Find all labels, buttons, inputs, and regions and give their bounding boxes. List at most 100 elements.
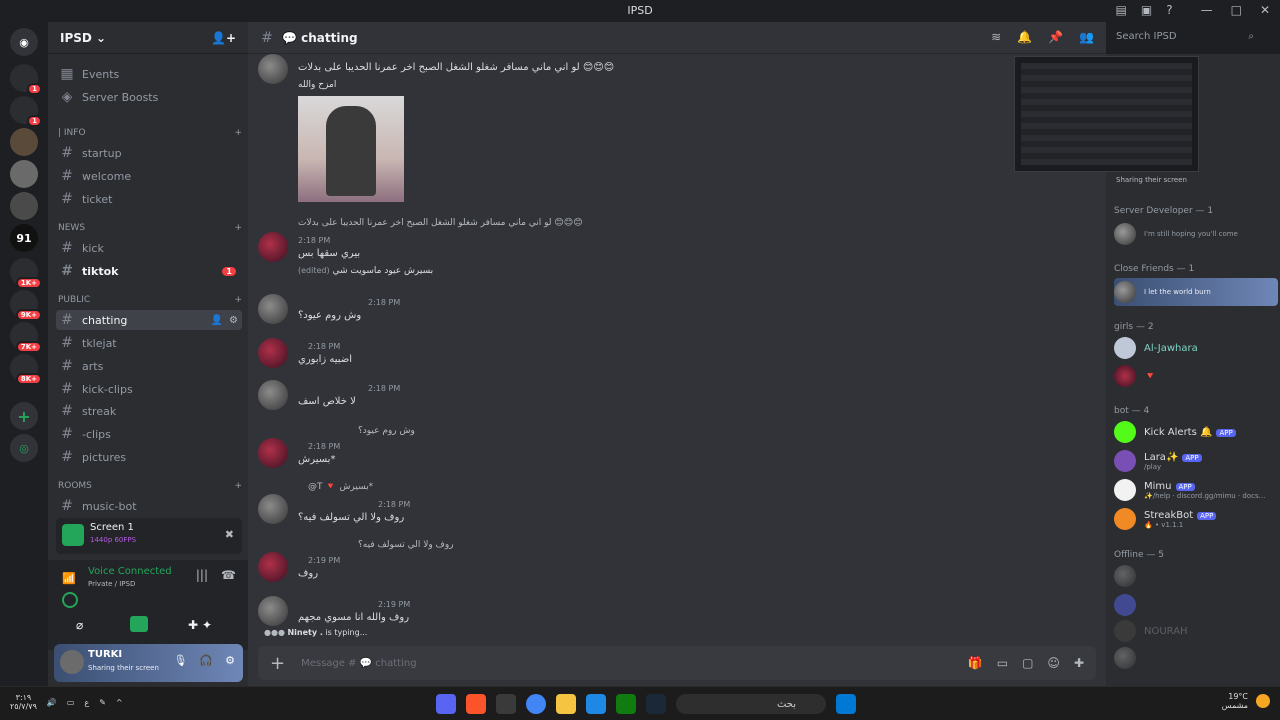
member-row[interactable] (1114, 644, 1278, 672)
notifications-icon[interactable]: 🔔 (1017, 30, 1032, 44)
reply-preview[interactable]: روف ولا الي تسولف فيه؟ (358, 540, 454, 550)
channel-startup[interactable]: # startup (56, 143, 242, 163)
user-settings-icon[interactable]: ⚙ (225, 654, 235, 667)
avatar[interactable] (258, 232, 288, 262)
member-list-icon[interactable]: 👥 (1079, 30, 1094, 44)
server-icon[interactable] (10, 160, 38, 188)
file-explorer-taskbar-icon[interactable] (556, 694, 576, 714)
server-icon[interactable]: 7K+ (10, 322, 42, 353)
maximize-button[interactable]: □ (1231, 3, 1242, 17)
gif-icon[interactable]: ▭ (997, 656, 1008, 670)
member-row[interactable]: Lara✨ APP/play (1114, 447, 1278, 475)
discover-icon[interactable]: ◎ (10, 434, 38, 462)
channel-kick-clips[interactable]: # kick-clips (56, 379, 242, 399)
member-row[interactable]: Kick Alerts 🔔 APP (1114, 418, 1278, 446)
avatar[interactable] (258, 54, 288, 84)
server-icon[interactable]: 9K+ (10, 290, 42, 321)
add-member-icon[interactable]: 👤+ (211, 31, 236, 45)
gift-icon[interactable]: 🎁 (968, 656, 983, 670)
close-button[interactable]: ✕ (1260, 3, 1270, 17)
voice-location[interactable]: Private / IPSD (88, 580, 135, 588)
pin-icon[interactable]: 📌 (1048, 30, 1063, 44)
app-taskbar-icon[interactable] (496, 694, 516, 714)
avatar[interactable] (258, 596, 288, 626)
server-icon[interactable]: 1K+ (10, 258, 42, 289)
server-icon[interactable]: 8K+ (10, 354, 42, 385)
desktop-icon[interactable]: ▣ (1141, 3, 1152, 17)
headphones-icon[interactable]: 🎧 (199, 654, 213, 667)
nav-events[interactable]: ▦ Events (56, 64, 242, 84)
xbox-taskbar-icon[interactable] (616, 694, 636, 714)
channel-streak[interactable]: # streak (56, 401, 242, 421)
member-row[interactable]: Mimu APP ✨/help · discord.gg/mimu · docs..… (1114, 476, 1278, 504)
category-public[interactable]: PUBLIC + (58, 295, 242, 305)
brave-taskbar-icon[interactable] (466, 694, 486, 714)
threads-icon[interactable]: ≋ (991, 30, 1001, 44)
member-row[interactable] (1114, 562, 1278, 590)
soundboard-icon[interactable]: ✦ (202, 618, 212, 632)
guild-header[interactable]: IPSD ⌄ 👤+ (48, 22, 248, 54)
channel-pictures[interactable]: # pictures (56, 447, 242, 467)
camera-off-icon[interactable]: ⌀ (76, 618, 83, 632)
server-icon[interactable] (10, 192, 38, 220)
avatar[interactable] (258, 294, 288, 324)
activity-icon[interactable] (62, 592, 78, 608)
stop-stream-icon[interactable]: ✖ (225, 528, 234, 541)
channel-tiktok[interactable]: # tiktok 1 (56, 261, 242, 281)
network-icon[interactable]: ▭ (67, 698, 75, 707)
voice-status[interactable]: Voice Connected (88, 566, 172, 577)
server-icon[interactable]: 1 (10, 64, 42, 95)
reply-preview[interactable]: @T 🔻 بسيرش* (308, 482, 373, 492)
category-news[interactable]: NEWS + (58, 223, 242, 233)
message-input[interactable]: Message # 💬 chatting (301, 658, 952, 669)
stream-preview[interactable] (1014, 56, 1199, 172)
add-channel-icon[interactable]: + (234, 295, 242, 305)
emoji-icon[interactable]: ☺ (1047, 656, 1060, 670)
attach-plus-icon[interactable]: + (270, 653, 285, 674)
avatar[interactable] (258, 494, 288, 524)
add-channel-icon[interactable]: + (234, 128, 242, 138)
inbox-icon[interactable]: ▤ (1116, 3, 1127, 17)
start-icon[interactable] (836, 694, 856, 714)
volume-icon[interactable]: 🔊 (47, 698, 57, 707)
member-row[interactable] (1114, 591, 1278, 619)
channel-arts[interactable]: # arts (56, 356, 242, 376)
add-channel-icon[interactable]: + (234, 481, 242, 491)
add-channel-icon[interactable]: + (234, 223, 242, 233)
activities-icon[interactable]: ✚ (188, 618, 198, 632)
avatar[interactable] (258, 380, 288, 410)
avatar[interactable] (258, 552, 288, 582)
mic-icon[interactable]: 🎙 (173, 654, 187, 667)
channel-tklejat[interactable]: # tklejat (56, 333, 242, 353)
server-icon[interactable] (10, 128, 38, 156)
user-name[interactable]: TURKI (88, 649, 122, 660)
chrome-taskbar-icon[interactable] (526, 694, 546, 714)
settings-icon[interactable]: ⚙ (229, 315, 238, 326)
nav-server-boosts[interactable]: ◈ Server Boosts (56, 87, 242, 107)
server-icon[interactable]: 1 (10, 96, 42, 127)
minimize-button[interactable]: — (1201, 3, 1213, 17)
language-indicator[interactable]: ع (84, 698, 89, 707)
category-rooms[interactable]: Rooms + (58, 481, 242, 491)
channel-chatting[interactable]: # chatting 👤 ⚙ (56, 310, 242, 330)
help-icon[interactable]: ? (1166, 3, 1172, 17)
add-server-button[interactable]: + (10, 402, 38, 430)
member-row[interactable]: I let the world burn (1114, 278, 1278, 306)
discord-taskbar-icon[interactable] (436, 694, 456, 714)
channel-clips[interactable]: # -clips (56, 424, 242, 444)
invite-icon[interactable]: 👤 (211, 315, 223, 326)
pen-icon[interactable]: ✎ (99, 698, 106, 707)
store-taskbar-icon[interactable] (586, 694, 606, 714)
sun-icon[interactable] (1256, 694, 1270, 708)
reply-preview[interactable]: لو اني ماني مسافر شغلو الشغل الصبح اخر ع… (298, 218, 583, 228)
search-input[interactable]: Search IPSD ⌕ (1110, 28, 1260, 48)
member-row[interactable]: Al-Jawhara (1114, 334, 1278, 362)
member-row[interactable]: NOURAH (1114, 617, 1278, 645)
member-row[interactable]: I'm still hoping you'll come (1114, 220, 1278, 248)
server-icon[interactable]: 91 (10, 224, 38, 252)
member-row[interactable]: 🔻 (1114, 362, 1278, 390)
channel-ticket[interactable]: # ticket (56, 189, 242, 209)
member-row[interactable]: StreakBot APP 🔥 • v1.1.1 (1114, 505, 1278, 533)
channel-welcome[interactable]: # welcome (56, 166, 242, 186)
channel-music-bot[interactable]: # music-bot (56, 496, 242, 516)
